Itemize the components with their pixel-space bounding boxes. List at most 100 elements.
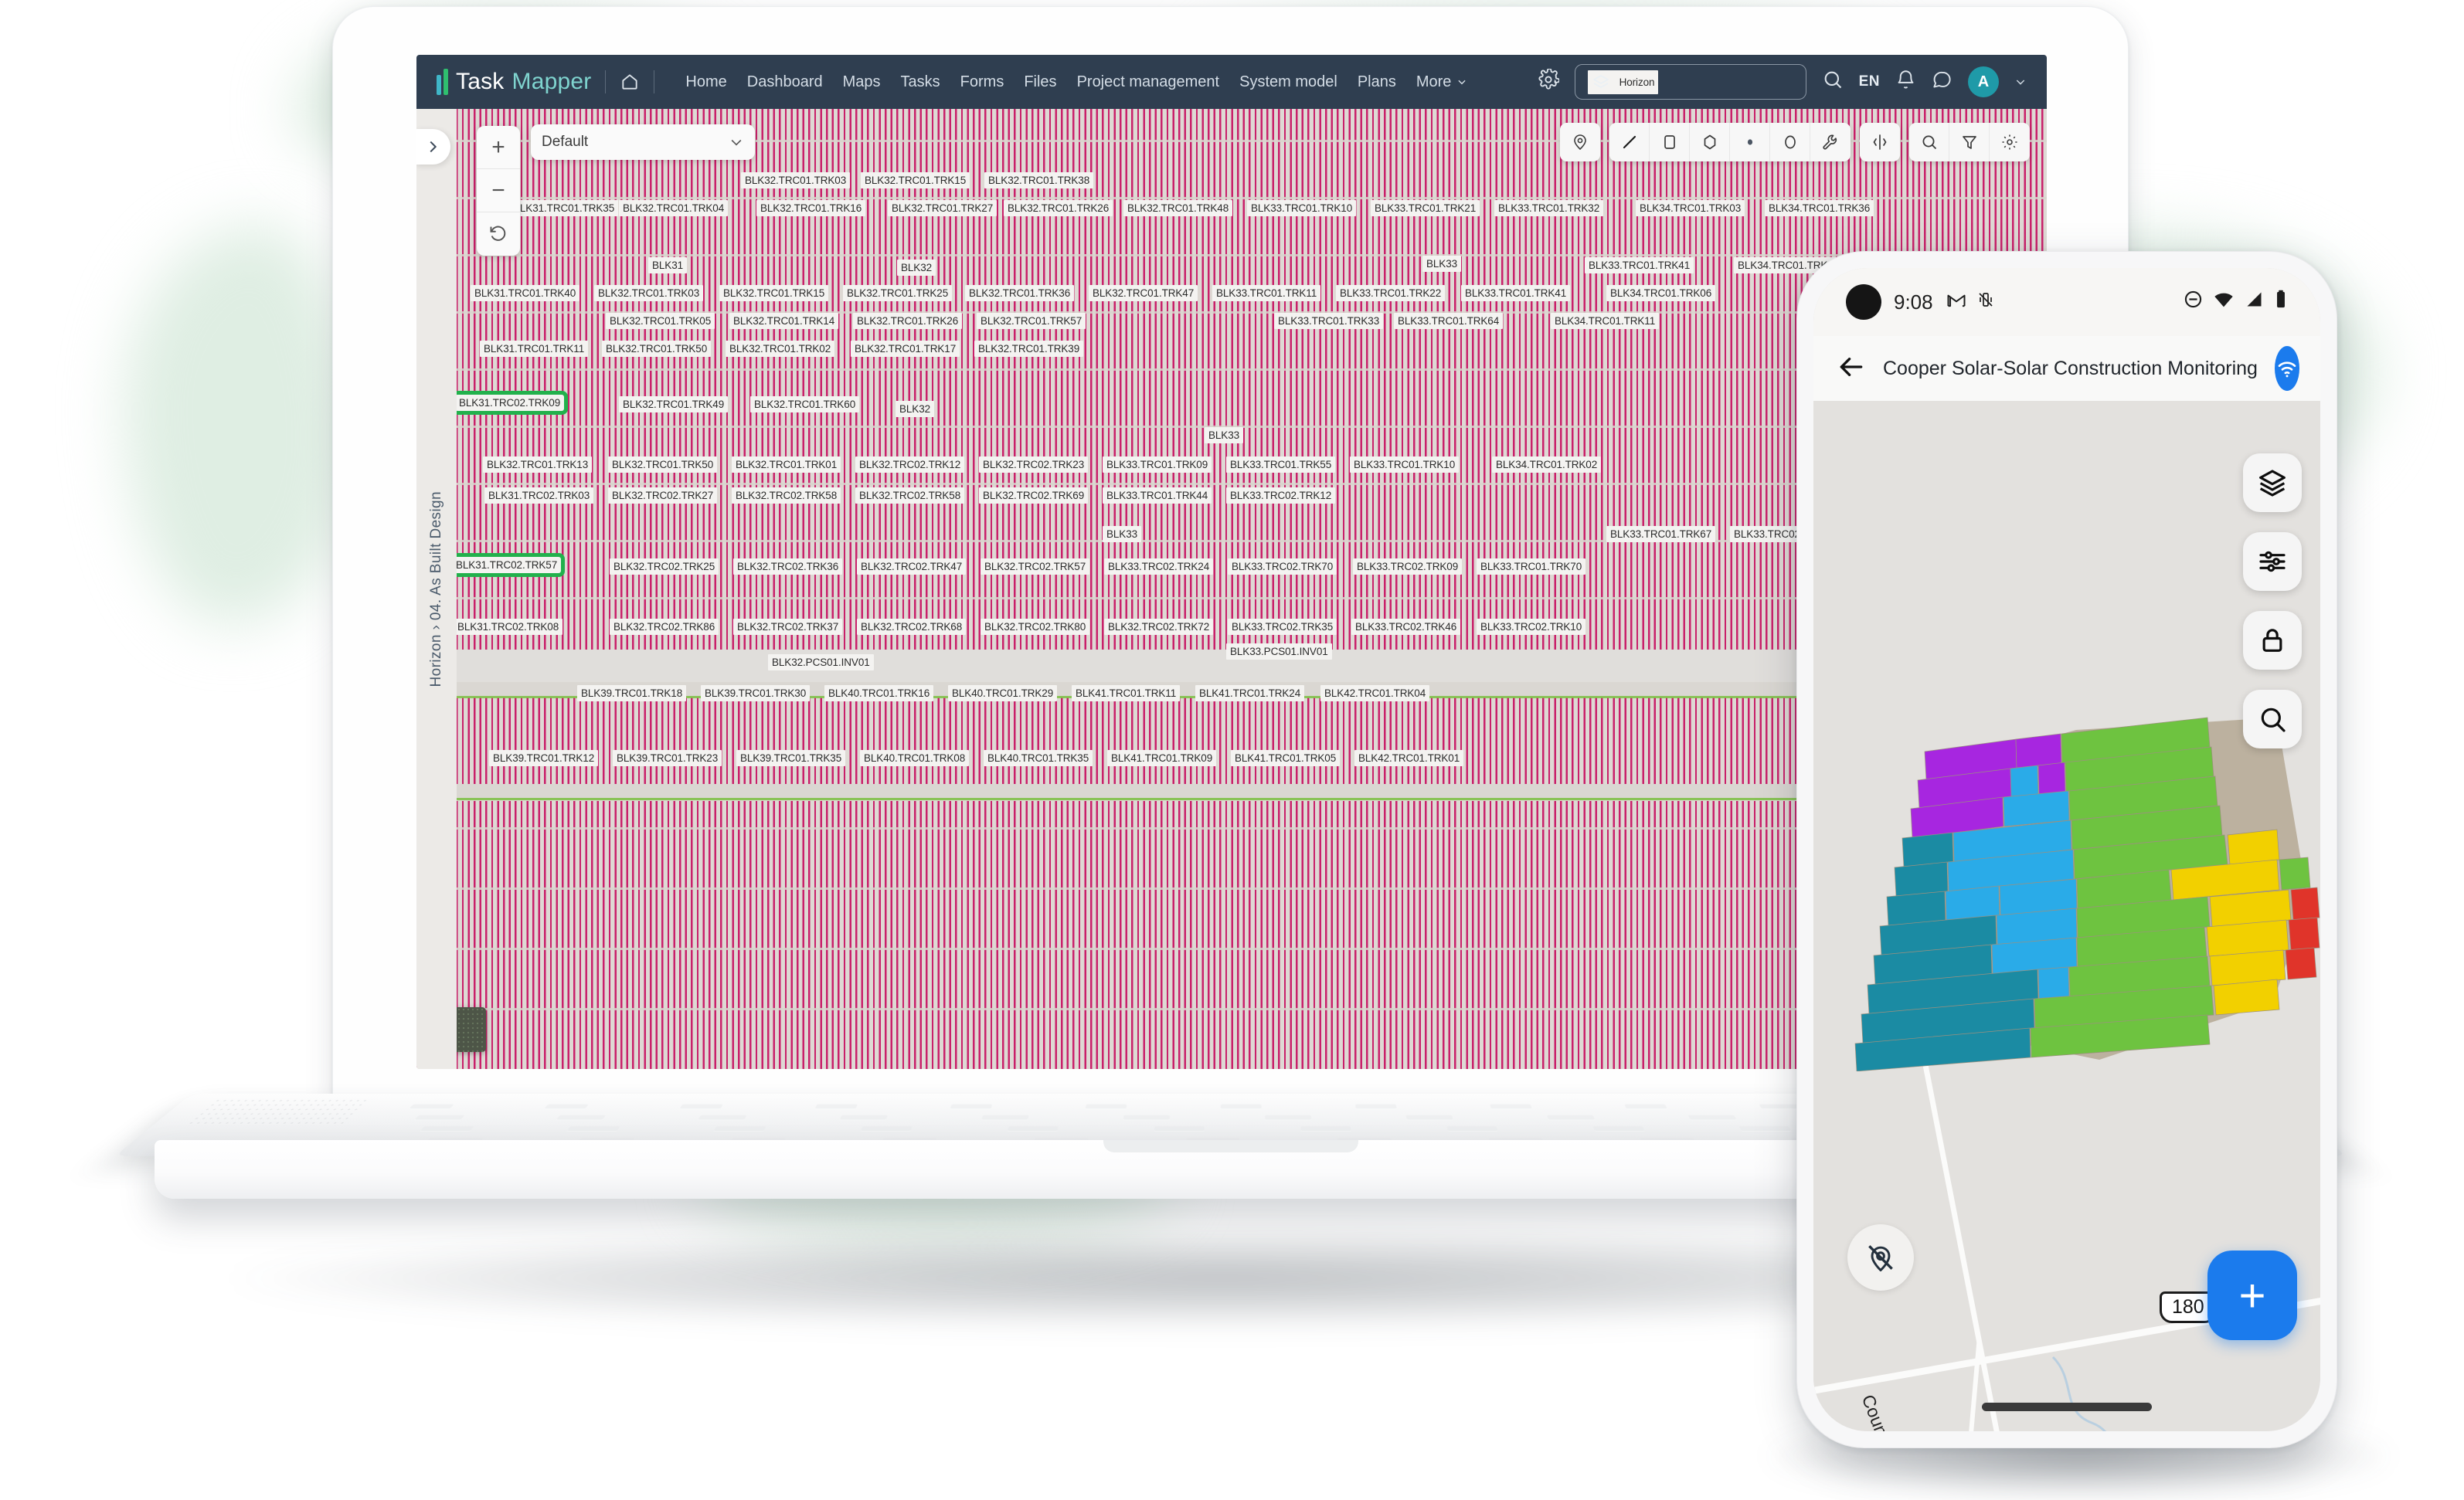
map-label[interactable]: BLK34.TRC01.TRK03 bbox=[1636, 200, 1745, 216]
map-label[interactable]: BLK39.TRC01.TRK30 bbox=[701, 685, 811, 701]
avatar[interactable]: A bbox=[1968, 66, 1999, 97]
nav-link-system-model[interactable]: System model bbox=[1239, 73, 1337, 91]
chevron-down-icon[interactable] bbox=[2014, 76, 2027, 88]
draw-point-icon[interactable] bbox=[1730, 123, 1770, 161]
map-label[interactable]: BLK32.TRC02.TRK25 bbox=[610, 558, 719, 575]
map-label[interactable]: BLK31.TRC02.TRK08 bbox=[454, 619, 563, 635]
map-label[interactable]: BLK33.TRC01.TRK41 bbox=[1585, 257, 1694, 273]
zoom-in-button[interactable]: + bbox=[477, 126, 520, 169]
map-label[interactable]: BLK32.TRC02.TRK27 bbox=[608, 487, 718, 504]
map-label[interactable]: BLK32.TRC02.TRK58 bbox=[732, 487, 841, 504]
map-label[interactable]: BLK31.TRC01.TRK35 bbox=[509, 200, 619, 216]
map-label[interactable]: BLK33.TRC01.TRK41 bbox=[1461, 285, 1571, 301]
zoom-out-button[interactable]: − bbox=[477, 169, 520, 212]
nav-link-maps[interactable]: Maps bbox=[843, 73, 881, 91]
sidebar-expand-button[interactable] bbox=[416, 129, 450, 165]
nav-link-forms[interactable]: Forms bbox=[960, 73, 1004, 91]
map-label[interactable]: BLK33.TRC01.TRK11 bbox=[1212, 285, 1321, 301]
map-label[interactable]: BLK32.TRC01.TRK13 bbox=[483, 456, 593, 473]
map-label[interactable]: BLK32.TRC02.TRK72 bbox=[1104, 619, 1214, 635]
map-label[interactable]: BLK31 bbox=[648, 257, 688, 273]
layers-icon[interactable] bbox=[2243, 453, 2302, 512]
map-label[interactable]: BLK33.TRC01.TRK10 bbox=[1350, 456, 1460, 473]
map-label[interactable]: BLK39.TRC01.TRK12 bbox=[489, 750, 599, 766]
map-label[interactable]: BLK32.TRC02.TRK58 bbox=[855, 487, 965, 504]
map-label[interactable]: BLK33.TRC02.TRK70 bbox=[1228, 558, 1337, 575]
nav-link-tasks[interactable]: Tasks bbox=[901, 73, 940, 91]
map-label[interactable]: BLK41.TRC01.TRK05 bbox=[1231, 750, 1341, 766]
snap-to-icon[interactable] bbox=[1860, 123, 1900, 161]
map-label[interactable]: BLK32.TRC02.TRK86 bbox=[610, 619, 719, 635]
search-icon[interactable] bbox=[1909, 123, 1949, 161]
draw-polygon-icon[interactable] bbox=[1690, 123, 1730, 161]
map-label[interactable]: BLK32.TRC01.TRK03 bbox=[594, 285, 704, 301]
map-label[interactable]: BLK33 bbox=[1422, 256, 1462, 272]
map-label[interactable]: BLK33.TRC02.TRK46 bbox=[1351, 619, 1461, 635]
map-label[interactable]: BLK32.TRC01.TRK15 bbox=[719, 285, 829, 301]
map-label[interactable]: BLK32.TRC01.TRK48 bbox=[1123, 200, 1233, 216]
map-label[interactable]: BLK33 bbox=[1103, 526, 1142, 542]
gear-icon[interactable] bbox=[1538, 68, 1560, 95]
map-label[interactable]: BLK32.TRC01.TRK26 bbox=[1004, 200, 1113, 216]
map-label[interactable]: BLK33.TRC01.TRK70 bbox=[1477, 558, 1586, 575]
back-arrow-icon[interactable] bbox=[1837, 352, 1866, 385]
map-label[interactable]: BLK32.TRC01.TRK02 bbox=[726, 341, 835, 357]
nav-link-project-management[interactable]: Project management bbox=[1077, 73, 1220, 91]
map-label[interactable]: BLK32.TRC01.TRK03 bbox=[741, 172, 851, 188]
map-label[interactable]: BLK32.TRC01.TRK50 bbox=[602, 341, 712, 357]
draw-rectangle-icon[interactable] bbox=[1650, 123, 1690, 161]
map-label[interactable]: BLK42.TRC01.TRK01 bbox=[1354, 750, 1464, 766]
chat-bubble-icon[interactable] bbox=[1932, 70, 1953, 95]
map-label[interactable]: BLK32 bbox=[896, 401, 935, 417]
map-label[interactable]: BLK32.TRC01.TRK17 bbox=[851, 341, 960, 357]
map-label[interactable]: BLK39.TRC01.TRK23 bbox=[613, 750, 722, 766]
map-label[interactable]: BLK31.TRC02.TRK03 bbox=[484, 487, 594, 504]
project-selector[interactable]: Horizon bbox=[1574, 64, 1806, 100]
map-label[interactable]: BLK31.TRC01.TRK40 bbox=[471, 285, 580, 301]
nav-link-more[interactable]: More bbox=[1416, 73, 1468, 91]
sliders-icon[interactable] bbox=[2243, 532, 2302, 591]
map-label[interactable]: BLK41.TRC01.TRK11 bbox=[1072, 685, 1181, 701]
map-label[interactable]: BLK32.TRC01.TRK50 bbox=[608, 456, 718, 473]
map-label[interactable]: BLK32.TRC01.TRK01 bbox=[732, 456, 841, 473]
phone-map-canvas[interactable]: County Rd 116 180 1054 bbox=[1813, 268, 2320, 1431]
search-icon[interactable] bbox=[1822, 69, 1844, 95]
map-label[interactable]: BLK41.TRC01.TRK24 bbox=[1195, 685, 1305, 701]
map-label[interactable]: BLK32.TRC01.TRK36 bbox=[965, 285, 1075, 301]
map-label[interactable]: BLK34.TRC01.TRK36 bbox=[1765, 200, 1874, 216]
map-label[interactable]: BLK39.TRC01.TRK35 bbox=[736, 750, 846, 766]
map-label[interactable]: BLK32.TRC01.TRK38 bbox=[984, 172, 1094, 188]
map-label[interactable]: BLK32.TRC01.TRK57 bbox=[977, 313, 1086, 329]
map-label[interactable]: BLK34.TRC01.TRK11 bbox=[1551, 313, 1660, 329]
map-style-dropdown[interactable]: Default bbox=[531, 124, 755, 160]
nav-link-plans[interactable]: Plans bbox=[1358, 73, 1396, 91]
map-label-selected[interactable]: BLK31.TRC02.TRK09 bbox=[455, 395, 565, 411]
map-label[interactable]: BLK32.TRC01.TRK47 bbox=[1089, 285, 1198, 301]
map-label[interactable]: BLK32.TRC01.TRK05 bbox=[606, 313, 715, 329]
add-button[interactable]: + bbox=[2207, 1251, 2297, 1340]
map-label[interactable]: BLK33.TRC02.TRK35 bbox=[1228, 619, 1337, 635]
map-label[interactable]: BLK32.TRC02.TRK37 bbox=[733, 619, 843, 635]
map-label[interactable]: BLK40.TRC01.TRK16 bbox=[824, 685, 934, 701]
map-label[interactable]: BLK32.TRC02.TRK68 bbox=[857, 619, 967, 635]
nav-link-files[interactable]: Files bbox=[1024, 73, 1056, 91]
map-label[interactable]: BLK32 bbox=[897, 260, 936, 276]
map-label[interactable]: BLK41.TRC01.TRK09 bbox=[1107, 750, 1217, 766]
map-label[interactable]: BLK33 bbox=[1205, 427, 1244, 443]
map-label[interactable]: BLK33.TRC01.TRK10 bbox=[1247, 200, 1357, 216]
map-label[interactable]: BLK40.TRC01.TRK29 bbox=[948, 685, 1058, 701]
map-label[interactable]: BLK32.PCS01.INV01 bbox=[768, 654, 874, 670]
app-logo[interactable]: Task Mapper bbox=[437, 69, 591, 95]
wifi-sync-icon[interactable] bbox=[2274, 346, 2299, 391]
map-label[interactable]: BLK32.TRC01.TRK14 bbox=[729, 313, 839, 329]
map-label[interactable]: BLK32.TRC01.TRK15 bbox=[861, 172, 970, 188]
map-label[interactable]: BLK32.TRC02.TRK12 bbox=[855, 456, 965, 473]
map-label[interactable]: BLK32.TRC02.TRK23 bbox=[979, 456, 1089, 473]
map-label[interactable]: BLK39.TRC01.TRK18 bbox=[577, 685, 687, 701]
map-label[interactable]: BLK40.TRC01.TRK08 bbox=[860, 750, 970, 766]
wrench-icon[interactable] bbox=[1810, 123, 1851, 161]
map-pin-icon[interactable] bbox=[1560, 123, 1600, 161]
lock-icon[interactable] bbox=[2243, 611, 2302, 670]
map-label[interactable]: BLK32.TRC02.TRK36 bbox=[733, 558, 843, 575]
map-label[interactable]: BLK32.TRC01.TRK39 bbox=[974, 341, 1084, 357]
